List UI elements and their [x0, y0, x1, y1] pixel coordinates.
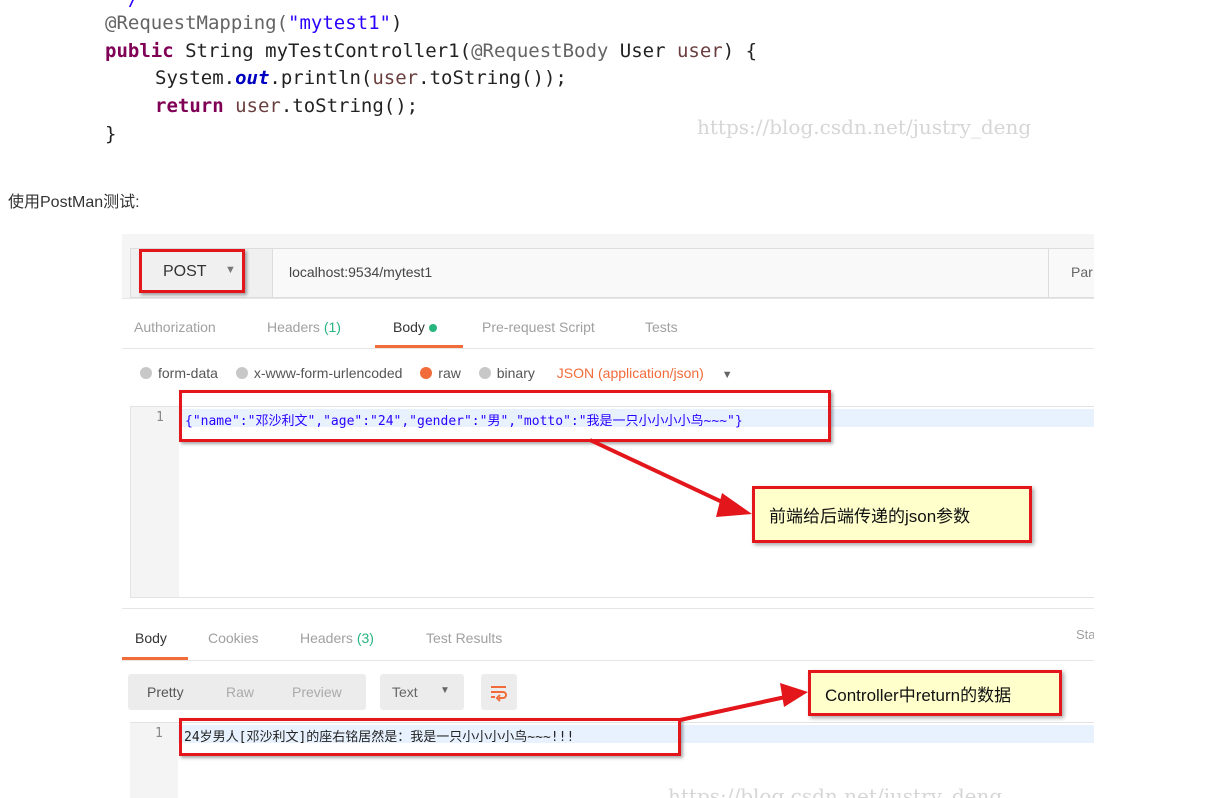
arrow-response [679, 694, 791, 722]
arrowhead [716, 493, 752, 517]
callout-request: 前端给后端传递的json参数 [752, 486, 1032, 543]
callout-response: Controller中return的数据 [808, 670, 1062, 716]
arrow-request [589, 438, 736, 510]
arrowhead [780, 683, 808, 707]
